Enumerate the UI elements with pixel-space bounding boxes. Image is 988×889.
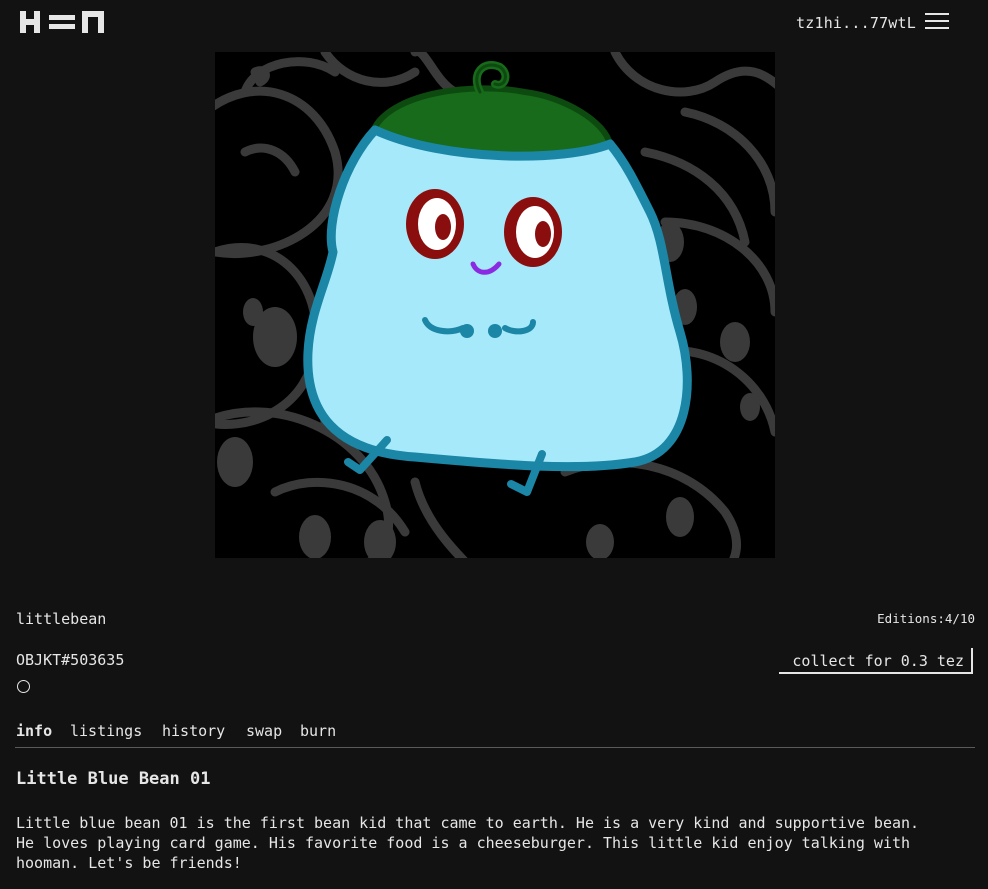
token-description: Little blue bean 01 is the first bean ki…: [16, 814, 920, 872]
tab-divider: [15, 747, 975, 748]
page: tz1hi...77wtL littlebean Editions:4/10 O…: [0, 0, 988, 889]
tab-listings[interactable]: listings: [70, 722, 142, 740]
tab-history[interactable]: history: [162, 722, 225, 740]
editions-count: Editions:4/10: [877, 611, 975, 626]
tab-swap[interactable]: swap: [246, 722, 282, 740]
header: tz1hi...77wtL: [0, 0, 988, 48]
tab-burn[interactable]: burn: [300, 722, 336, 740]
bean-illustration: [215, 52, 775, 558]
hen-logo[interactable]: [20, 11, 106, 33]
hamburger-menu-icon[interactable]: [925, 13, 949, 31]
token-title: Little Blue Bean 01: [16, 769, 211, 789]
wallet-address[interactable]: tz1hi...77wtL: [796, 14, 916, 32]
collect-button[interactable]: collect for 0.3 tez: [779, 648, 973, 674]
objkt-id: OBJKT#503635: [16, 651, 125, 669]
creator-name[interactable]: littlebean: [16, 610, 106, 628]
circle-icon[interactable]: [17, 680, 30, 693]
artwork-image[interactable]: [215, 52, 775, 558]
tab-info[interactable]: info: [16, 722, 52, 740]
